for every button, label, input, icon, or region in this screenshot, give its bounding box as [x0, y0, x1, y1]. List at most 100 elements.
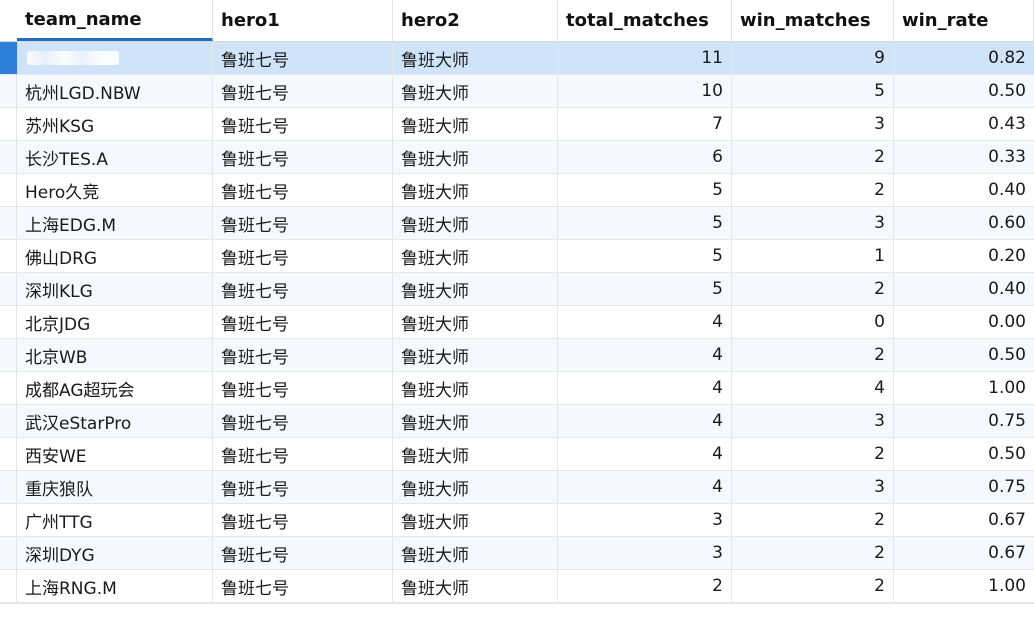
cell-win-matches[interactable]: 0	[732, 306, 894, 338]
table-row[interactable]: 苏州KSG 鲁班七号 鲁班大师 7 3 0.43	[0, 108, 1034, 141]
table-row[interactable]: 成都AG超玩会 鲁班七号 鲁班大师 4 4 1.00	[0, 372, 1034, 405]
cell-hero1[interactable]: 鲁班七号	[213, 372, 393, 404]
cell-hero1[interactable]: 鲁班七号	[213, 240, 393, 272]
row-selector[interactable]	[0, 141, 17, 173]
cell-hero1[interactable]: 鲁班七号	[213, 108, 393, 140]
cell-hero2[interactable]: 鲁班大师	[393, 207, 558, 239]
cell-team-name[interactable]: 北京JDG	[17, 306, 213, 338]
cell-team-name[interactable]: 北京WB	[17, 339, 213, 371]
cell-win-matches[interactable]: 3	[732, 207, 894, 239]
cell-hero1[interactable]: 鲁班七号	[213, 438, 393, 470]
cell-total-matches[interactable]: 5	[558, 174, 732, 206]
cell-team-name[interactable]: Hero久竞	[17, 174, 213, 206]
cell-total-matches[interactable]: 4	[558, 372, 732, 404]
cell-win-matches[interactable]: 4	[732, 372, 894, 404]
cell-hero2[interactable]: 鲁班大师	[393, 339, 558, 371]
row-selector[interactable]	[0, 174, 17, 206]
cell-total-matches[interactable]: 4	[558, 306, 732, 338]
cell-team-name[interactable]: 深圳KLG	[17, 273, 213, 305]
cell-total-matches[interactable]: 4	[558, 405, 732, 437]
cell-hero1[interactable]: 鲁班七号	[213, 42, 393, 74]
cell-total-matches[interactable]: 4	[558, 471, 732, 503]
cell-total-matches[interactable]: 11	[558, 42, 732, 74]
cell-win-rate[interactable]: 1.00	[894, 372, 1034, 404]
cell-hero2[interactable]: 鲁班大师	[393, 537, 558, 569]
cell-hero1[interactable]: 鲁班七号	[213, 207, 393, 239]
cell-hero1[interactable]: 鲁班七号	[213, 537, 393, 569]
cell-total-matches[interactable]: 7	[558, 108, 732, 140]
cell-hero2[interactable]: 鲁班大师	[393, 306, 558, 338]
row-selector[interactable]	[0, 438, 17, 470]
table-row[interactable]: 深圳DYG 鲁班七号 鲁班大师 3 2 0.67	[0, 537, 1034, 570]
cell-win-rate[interactable]: 0.50	[894, 438, 1034, 470]
cell-win-rate[interactable]: 0.20	[894, 240, 1034, 272]
cell-hero2[interactable]: 鲁班大师	[393, 108, 558, 140]
cell-win-rate[interactable]: 0.50	[894, 75, 1034, 107]
cell-team-name[interactable]: 佛山DRG	[17, 240, 213, 272]
row-selector[interactable]	[0, 372, 17, 404]
cell-win-matches[interactable]: 3	[732, 405, 894, 437]
cell-win-matches[interactable]: 3	[732, 108, 894, 140]
cell-hero1[interactable]: 鲁班七号	[213, 306, 393, 338]
cell-hero1[interactable]: 鲁班七号	[213, 273, 393, 305]
column-header-total-matches[interactable]: total_matches	[558, 0, 732, 41]
column-header-team-name[interactable]: team_name	[17, 0, 213, 41]
cell-total-matches[interactable]: 5	[558, 207, 732, 239]
cell-team-name[interactable]: 上海RNG.M	[17, 570, 213, 602]
table-row[interactable]: 重庆狼队 鲁班七号 鲁班大师 4 3 0.75	[0, 471, 1034, 504]
cell-win-rate[interactable]: 0.67	[894, 504, 1034, 536]
table-row[interactable]: 鲁班七号 鲁班大师 11 9 0.82	[0, 42, 1034, 75]
cell-hero1[interactable]: 鲁班七号	[213, 174, 393, 206]
cell-win-rate[interactable]: 0.50	[894, 339, 1034, 371]
cell-team-name[interactable]: 长沙TES.A	[17, 141, 213, 173]
cell-win-rate[interactable]: 0.75	[894, 471, 1034, 503]
row-selector[interactable]	[0, 339, 17, 371]
column-header-win-matches[interactable]: win_matches	[732, 0, 894, 41]
cell-hero1[interactable]: 鲁班七号	[213, 339, 393, 371]
cell-win-rate[interactable]: 0.43	[894, 108, 1034, 140]
cell-team-name[interactable]: 西安WE	[17, 438, 213, 470]
table-row[interactable]: 杭州LGD.NBW 鲁班七号 鲁班大师 10 5 0.50	[0, 75, 1034, 108]
cell-win-matches[interactable]: 9	[732, 42, 894, 74]
cell-win-matches[interactable]: 2	[732, 174, 894, 206]
column-header-hero2[interactable]: hero2	[393, 0, 558, 41]
cell-total-matches[interactable]: 3	[558, 537, 732, 569]
cell-hero2[interactable]: 鲁班大师	[393, 174, 558, 206]
row-selector[interactable]	[0, 471, 17, 503]
cell-total-matches[interactable]: 6	[558, 141, 732, 173]
cell-hero2[interactable]: 鲁班大师	[393, 240, 558, 272]
cell-win-rate[interactable]: 0.60	[894, 207, 1034, 239]
cell-hero2[interactable]: 鲁班大师	[393, 372, 558, 404]
column-header-win-rate[interactable]: win_rate	[894, 0, 1034, 41]
row-selector[interactable]	[0, 570, 17, 602]
table-row[interactable]: 上海EDG.M 鲁班七号 鲁班大师 5 3 0.60	[0, 207, 1034, 240]
cell-win-rate[interactable]: 0.82	[894, 42, 1034, 74]
table-row[interactable]: 西安WE 鲁班七号 鲁班大师 4 2 0.50	[0, 438, 1034, 471]
cell-hero1[interactable]: 鲁班七号	[213, 504, 393, 536]
cell-total-matches[interactable]: 2	[558, 570, 732, 602]
row-selector[interactable]	[0, 207, 17, 239]
cell-total-matches[interactable]: 5	[558, 240, 732, 272]
cell-hero2[interactable]: 鲁班大师	[393, 504, 558, 536]
table-row[interactable]: 北京WB 鲁班七号 鲁班大师 4 2 0.50	[0, 339, 1034, 372]
cell-team-name[interactable]: 苏州KSG	[17, 108, 213, 140]
row-selector[interactable]	[0, 405, 17, 437]
cell-hero1[interactable]: 鲁班七号	[213, 405, 393, 437]
table-row[interactable]: 武汉eStarPro 鲁班七号 鲁班大师 4 3 0.75	[0, 405, 1034, 438]
cell-win-matches[interactable]: 2	[732, 339, 894, 371]
cell-win-rate[interactable]: 0.75	[894, 405, 1034, 437]
cell-hero2[interactable]: 鲁班大师	[393, 75, 558, 107]
cell-hero1[interactable]: 鲁班七号	[213, 570, 393, 602]
cell-win-matches[interactable]: 1	[732, 240, 894, 272]
cell-hero2[interactable]: 鲁班大师	[393, 471, 558, 503]
cell-hero1[interactable]: 鲁班七号	[213, 471, 393, 503]
row-selector[interactable]	[0, 75, 17, 107]
table-row[interactable]: Hero久竞 鲁班七号 鲁班大师 5 2 0.40	[0, 174, 1034, 207]
cell-win-rate[interactable]: 0.33	[894, 141, 1034, 173]
cell-win-matches[interactable]: 5	[732, 75, 894, 107]
cell-win-rate[interactable]: 0.00	[894, 306, 1034, 338]
cell-hero2[interactable]: 鲁班大师	[393, 405, 558, 437]
cell-total-matches[interactable]: 5	[558, 273, 732, 305]
row-selector[interactable]	[0, 537, 17, 569]
cell-win-matches[interactable]: 3	[732, 471, 894, 503]
